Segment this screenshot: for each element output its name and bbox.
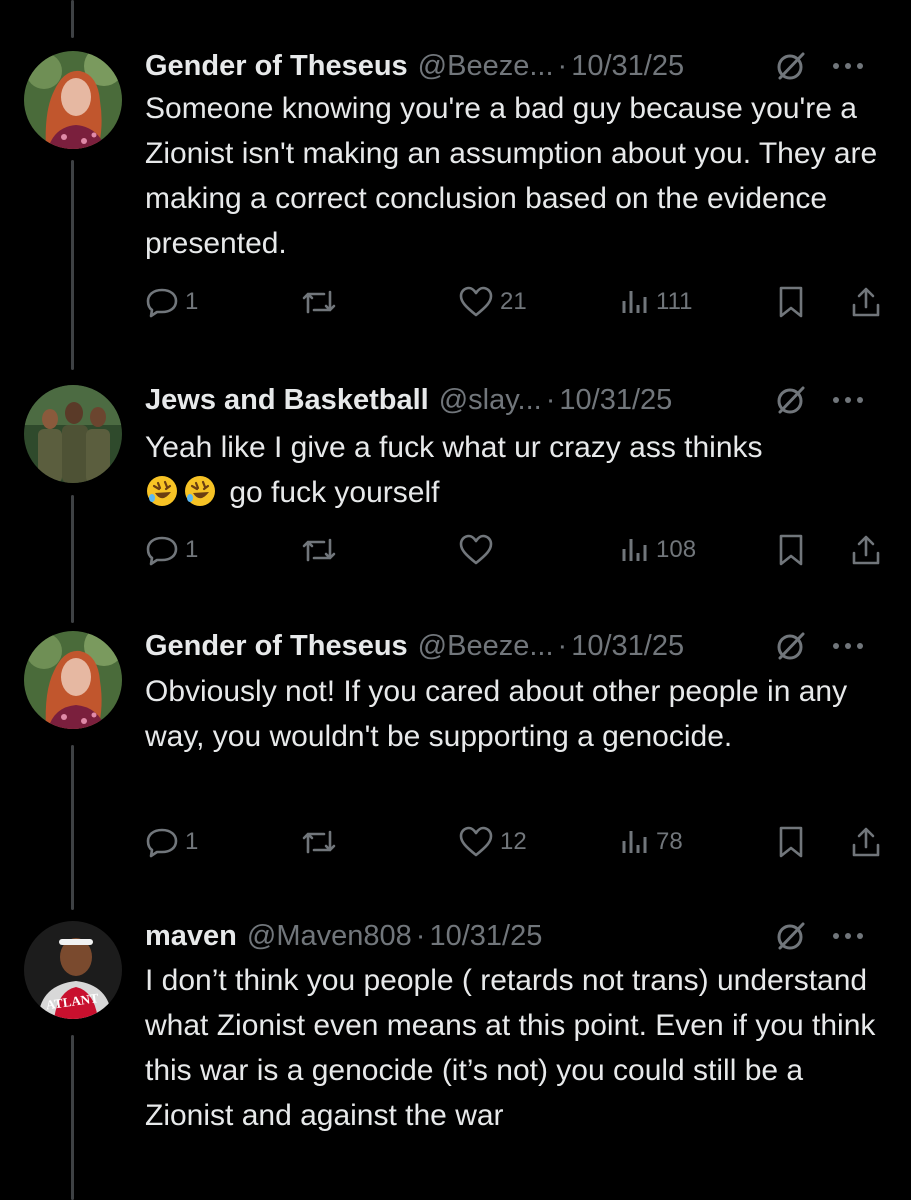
tweet-date[interactable]: 10/31/25 (571, 630, 684, 663)
reply-button[interactable]: 1 (145, 530, 198, 570)
tweet-header: Gender of Theseus @Beeze... · 10/31/25 (145, 46, 891, 86)
share-button[interactable] (849, 282, 883, 322)
tweet-date[interactable]: 10/31/25 (559, 384, 672, 417)
reply-button[interactable]: 1 (145, 822, 198, 862)
tweet-text: Someone knowing you're a bad guy because… (145, 92, 878, 260)
reply-count: 1 (185, 536, 199, 563)
share-button[interactable] (849, 530, 883, 570)
heart-icon (459, 826, 493, 857)
reply-icon (146, 828, 178, 858)
rofl-emoji-icon (185, 476, 215, 506)
tweet-header: maven @Maven808 · 10/31/25 (145, 916, 891, 956)
more-options-icon[interactable] (829, 388, 867, 412)
analytics-icon (622, 539, 647, 561)
reply-count: 1 (185, 828, 199, 855)
author-name[interactable]: maven (145, 920, 237, 953)
view-count: 111 (656, 288, 693, 315)
like-count: 12 (500, 828, 527, 855)
separator-dot: · (545, 383, 556, 416)
separator-dot: · (415, 919, 426, 952)
tweet-text: I don’t think you people ( retards not t… (145, 964, 876, 1132)
tweet[interactable]: Gender of Theseus @Beeze... · 10/31/25 S… (0, 46, 911, 336)
like-button[interactable] (458, 530, 494, 570)
heart-icon (459, 286, 493, 317)
tweet-text-line: Yeah like I give a fuck what ur crazy as… (145, 431, 763, 464)
separator-dot: · (557, 49, 568, 82)
views-button[interactable]: 78 (620, 822, 683, 862)
tweet-date[interactable]: 10/31/25 (571, 50, 684, 83)
more-options-icon[interactable] (829, 634, 867, 658)
avatar[interactable] (24, 385, 122, 483)
view-count: 78 (656, 828, 683, 855)
bookmark-icon (779, 534, 803, 566)
heart-icon (459, 534, 493, 565)
tweet-header: Gender of Theseus @Beeze... · 10/31/25 (145, 626, 891, 666)
repost-icon (302, 830, 336, 854)
views-button[interactable]: 108 (620, 530, 696, 570)
author-handle[interactable]: @Maven808 (247, 920, 412, 953)
tweet-text: Obviously not! If you cared about other … (145, 675, 848, 753)
share-icon (852, 535, 880, 565)
bookmark-icon (779, 286, 803, 318)
like-button[interactable]: 21 (458, 282, 527, 322)
grok-icon[interactable] (775, 630, 807, 662)
repost-button[interactable] (300, 822, 338, 862)
tweet[interactable]: Gender of Theseus @Beeze... · 10/31/25 O… (0, 626, 911, 876)
more-options-icon[interactable] (829, 54, 867, 78)
share-icon (852, 287, 880, 317)
tweet-date[interactable]: 10/31/25 (429, 920, 542, 953)
analytics-icon (622, 291, 647, 313)
thread-line (71, 0, 74, 38)
reply-icon (146, 536, 178, 566)
analytics-icon (622, 831, 647, 853)
tweet-actions: 1 12 78 (145, 822, 887, 862)
tweet-actions: 1 108 (145, 530, 887, 570)
tweet-actions: 1 21 111 (145, 282, 887, 322)
like-button[interactable]: 12 (458, 822, 527, 862)
share-icon (852, 827, 880, 857)
repost-button[interactable] (300, 530, 338, 570)
more-options-icon[interactable] (829, 924, 867, 948)
tweet[interactable]: Jews and Basketball @slay... · 10/31/25 … (0, 380, 911, 580)
tweet[interactable]: ATLANT maven @Maven808 · 10/31/25 I don’… (0, 916, 911, 1200)
rofl-emoji-icon (147, 476, 177, 506)
avatar[interactable]: ATLANT (24, 921, 122, 1019)
tweet-text-part: go fuck yourself (229, 476, 440, 509)
reply-button[interactable]: 1 (145, 282, 198, 322)
grok-icon[interactable] (775, 50, 807, 82)
bookmark-button[interactable] (776, 282, 806, 322)
tweet-header: Jews and Basketball @slay... · 10/31/25 (145, 380, 891, 420)
author-handle[interactable]: @Beeze... (418, 630, 554, 663)
repost-icon (302, 290, 336, 314)
bookmark-icon (779, 826, 803, 858)
view-count: 108 (656, 536, 697, 563)
repost-button[interactable] (300, 282, 338, 322)
tweet-text: Yeah like I give a fuck what ur crazy as… (145, 425, 881, 515)
share-button[interactable] (849, 822, 883, 862)
grok-icon[interactable] (775, 384, 807, 416)
reply-icon (146, 288, 178, 318)
avatar[interactable] (24, 631, 122, 729)
bookmark-button[interactable] (776, 530, 806, 570)
author-name[interactable]: Gender of Theseus (145, 630, 408, 663)
reply-count: 1 (185, 288, 199, 315)
author-handle[interactable]: @slay... (439, 384, 542, 417)
like-count: 21 (500, 288, 527, 315)
bookmark-button[interactable] (776, 822, 806, 862)
tweet-text-line: go fuck yourself (145, 470, 881, 515)
grok-icon[interactable] (775, 920, 807, 952)
author-name[interactable]: Jews and Basketball (145, 384, 429, 417)
separator-dot: · (557, 629, 568, 662)
avatar[interactable] (24, 51, 122, 149)
author-handle[interactable]: @Beeze... (418, 50, 554, 83)
author-name[interactable]: Gender of Theseus (145, 50, 408, 83)
views-button[interactable]: 111 (620, 282, 692, 322)
repost-icon (302, 538, 336, 562)
